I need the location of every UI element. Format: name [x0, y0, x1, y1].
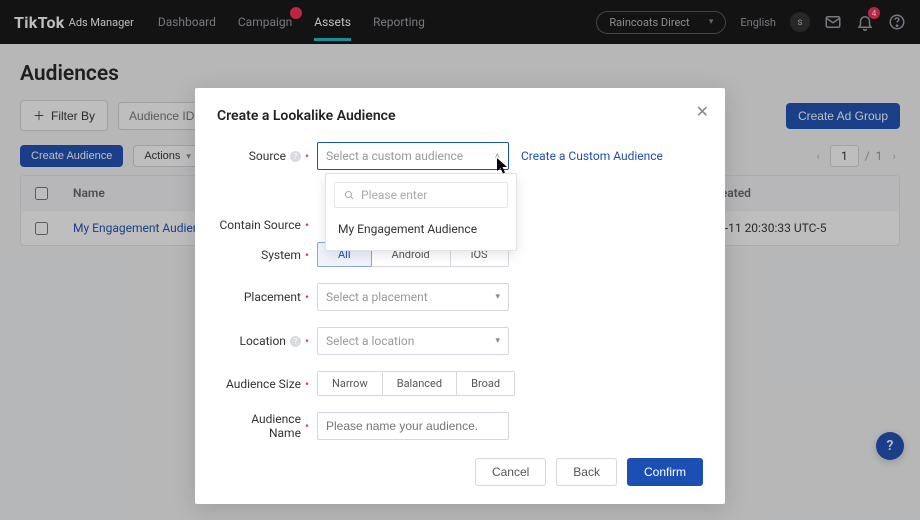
row-placement: Placement • Select a placement ▾: [217, 283, 703, 311]
required-marker: •: [305, 149, 309, 163]
back-button[interactable]: Back: [556, 458, 617, 486]
chevron-down-icon: ▾: [495, 292, 500, 302]
row-audience-size: Audience Size • Narrow Balanced Broad: [217, 371, 703, 396]
info-icon: ?: [290, 151, 301, 162]
dropdown-search[interactable]: Please enter: [334, 182, 508, 208]
label-placement: Placement: [244, 290, 301, 304]
label-contain-source: Contain Source: [219, 218, 300, 232]
location-placeholder: Select a location: [326, 334, 414, 348]
size-segmented: Narrow Balanced Broad: [317, 371, 515, 396]
required-marker: •: [305, 377, 309, 391]
modal-title: Create a Lookalike Audience: [217, 108, 703, 124]
size-option-narrow[interactable]: Narrow: [317, 371, 383, 396]
audience-name-input[interactable]: [317, 412, 509, 440]
required-marker: •: [305, 248, 309, 262]
required-marker: •: [305, 218, 309, 232]
label-source: Source: [249, 149, 286, 163]
modal-footer: Cancel Back Confirm: [217, 458, 703, 486]
source-placeholder: Select a custom audience: [326, 149, 463, 163]
modal-overlay: Create a Lookalike Audience ✕ Source ? •…: [0, 0, 920, 520]
required-marker: •: [305, 419, 309, 433]
source-select[interactable]: Select a custom audience ˄: [317, 142, 509, 170]
dropdown-item[interactable]: My Engagement Audience: [334, 216, 508, 242]
row-location: Location ? • Select a location ▾: [217, 327, 703, 355]
create-custom-audience-link[interactable]: Create a Custom Audience: [521, 149, 663, 163]
location-select[interactable]: Select a location ▾: [317, 327, 509, 355]
label-audience-name: Audience Name: [217, 412, 301, 440]
required-marker: •: [305, 290, 309, 304]
cancel-button[interactable]: Cancel: [475, 458, 546, 486]
label-audience-size: Audience Size: [226, 377, 301, 391]
size-option-broad[interactable]: Broad: [456, 371, 515, 396]
row-audience-name: Audience Name •: [217, 412, 703, 440]
chevron-up-icon: ˄: [495, 151, 500, 162]
placement-placeholder: Select a placement: [326, 290, 428, 304]
info-icon: ?: [290, 336, 301, 347]
close-icon[interactable]: ✕: [696, 102, 709, 121]
lookalike-modal: Create a Lookalike Audience ✕ Source ? •…: [195, 88, 725, 504]
size-option-balanced[interactable]: Balanced: [382, 371, 457, 396]
search-icon: [343, 189, 355, 201]
confirm-button[interactable]: Confirm: [627, 458, 703, 486]
chevron-down-icon: ▾: [495, 336, 500, 346]
dropdown-search-placeholder: Please enter: [361, 188, 427, 202]
placement-select[interactable]: Select a placement ▾: [317, 283, 509, 311]
required-marker: •: [305, 334, 309, 348]
row-source: Source ? • Select a custom audience ˄ Cr…: [217, 142, 703, 170]
label-system: System: [261, 248, 301, 262]
label-location: Location: [240, 334, 286, 348]
source-dropdown: Please enter My Engagement Audience: [325, 173, 517, 251]
